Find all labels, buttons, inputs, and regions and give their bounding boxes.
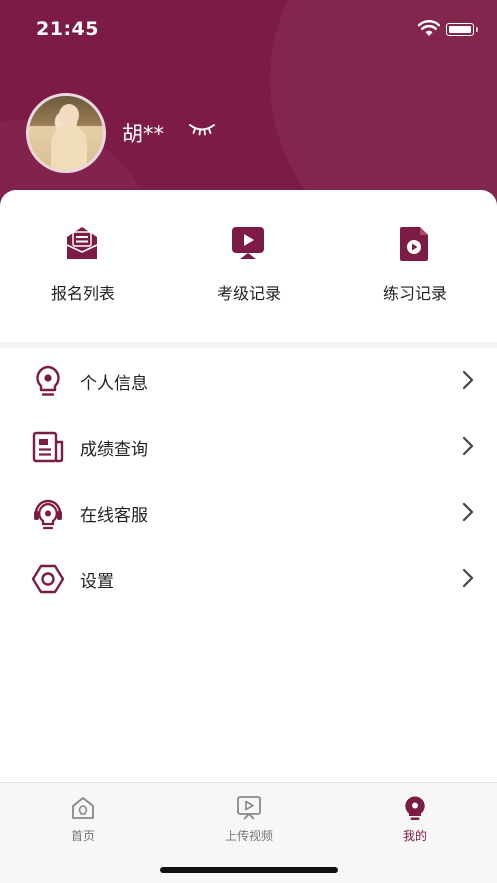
play-board-icon bbox=[232, 227, 264, 259]
quick-action-label: 考级记录 bbox=[216, 284, 281, 303]
quick-action-label: 练习记录 bbox=[382, 284, 447, 303]
tab-mine[interactable]: 我的 bbox=[332, 783, 497, 853]
bulb-info-icon bbox=[36, 365, 60, 396]
quick-action-signup-list[interactable]: 报名列表 bbox=[0, 190, 166, 342]
chevron-right-icon bbox=[462, 502, 474, 522]
home-icon bbox=[72, 797, 94, 819]
menu-item-score-query[interactable]: 成绩查询 bbox=[0, 414, 497, 480]
settings-menu: 个人信息 成绩查询 在线客服 设置 bbox=[0, 348, 497, 612]
chevron-right-icon bbox=[462, 436, 474, 456]
chevron-right-icon bbox=[462, 568, 474, 588]
battery-icon bbox=[446, 23, 478, 36]
headset-icon bbox=[34, 499, 62, 530]
eye-closed-icon[interactable] bbox=[188, 122, 216, 138]
hex-nut-icon bbox=[31, 564, 65, 594]
tab-upload-video[interactable]: 上传视频 bbox=[166, 783, 332, 853]
tab-label: 我的 bbox=[402, 829, 427, 843]
envelope-list-icon bbox=[66, 227, 98, 259]
status-time: 21:45 bbox=[36, 18, 99, 40]
chevron-right-icon bbox=[462, 370, 474, 390]
menu-item-label: 个人信息 bbox=[80, 374, 148, 394]
status-bar: 21:45 bbox=[0, 0, 497, 60]
quick-action-exam-records[interactable]: 考级记录 bbox=[166, 190, 332, 342]
tab-label: 首页 bbox=[70, 829, 95, 843]
upload-video-icon bbox=[237, 796, 261, 820]
quick-action-label: 报名列表 bbox=[50, 284, 115, 303]
menu-item-settings[interactable]: 设置 bbox=[0, 546, 497, 612]
profile-bulb-icon bbox=[405, 796, 425, 820]
profile-name: 胡** bbox=[122, 122, 164, 146]
menu-item-online-service[interactable]: 在线客服 bbox=[0, 480, 497, 546]
document-icon bbox=[32, 431, 64, 463]
avatar[interactable] bbox=[26, 93, 106, 173]
menu-item-label: 设置 bbox=[80, 572, 114, 592]
menu-item-personal-info[interactable]: 个人信息 bbox=[0, 348, 497, 414]
play-file-icon bbox=[400, 227, 428, 261]
quick-action-practice-records[interactable]: 练习记录 bbox=[332, 190, 497, 342]
tab-label: 上传视频 bbox=[224, 829, 273, 843]
menu-item-label: 成绩查询 bbox=[80, 440, 148, 460]
quick-actions-card: 报名列表 考级记录 练习记录 bbox=[0, 190, 497, 342]
tab-home[interactable]: 首页 bbox=[0, 783, 166, 853]
menu-item-label: 在线客服 bbox=[80, 506, 148, 526]
home-indicator bbox=[160, 867, 338, 873]
wifi-icon bbox=[418, 20, 440, 36]
